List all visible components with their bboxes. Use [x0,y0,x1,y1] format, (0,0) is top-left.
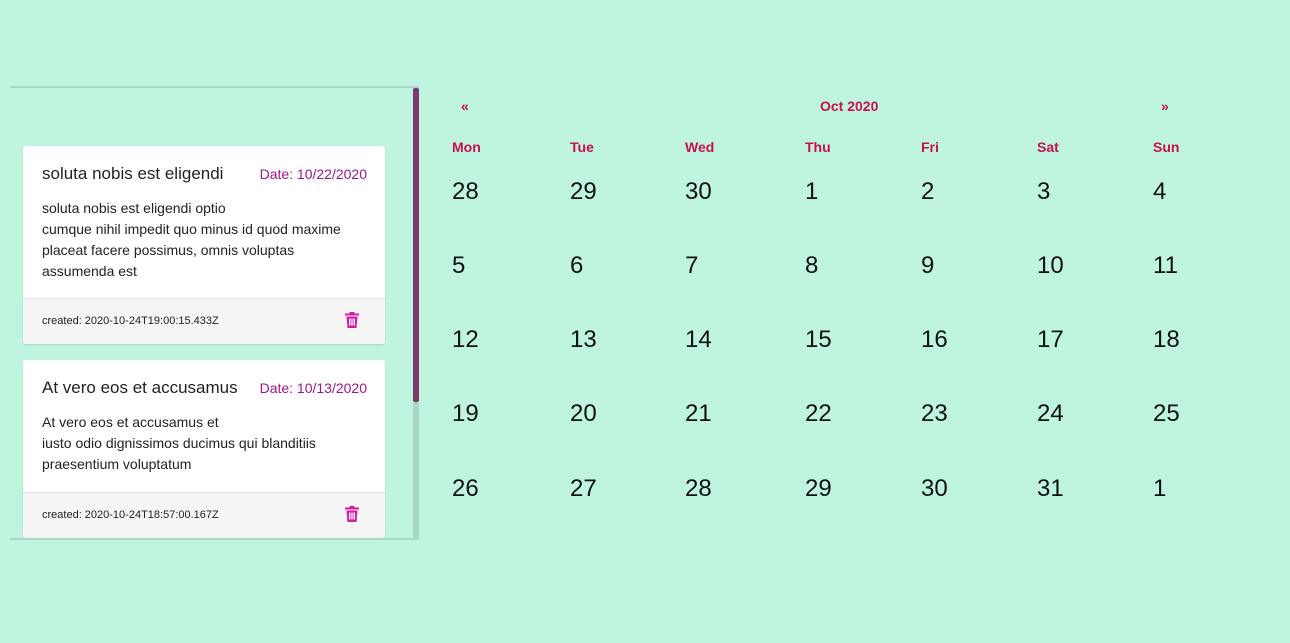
event-description-line: praesentium voluptatum [42,456,192,472]
calendar-day[interactable]: 27 [570,475,597,503]
calendar-day[interactable]: 29 [570,178,597,206]
calendar-day[interactable]: 29 [805,475,832,503]
event-card: soluta nobis est eligendi Date: 10/22/20… [23,146,385,344]
calendar-day[interactable]: 13 [570,326,597,354]
calendar-day[interactable]: 31 [1037,475,1064,503]
calendar-day[interactable]: 5 [452,252,465,280]
calendar-day[interactable]: 23 [921,400,948,428]
event-title: soluta nobis est eligendi [42,164,224,183]
calendar-day[interactable]: 9 [921,252,934,280]
calendar-day[interactable]: 14 [685,326,712,354]
calendar-day[interactable]: 25 [1153,400,1180,428]
calendar-day[interactable]: 15 [805,326,832,354]
event-list-panel[interactable]: soluta nobis est eligendi Date: 10/22/20… [10,86,419,540]
calendar-day[interactable]: 26 [452,475,479,503]
weekday-label: Mon [452,139,481,155]
calendar-day[interactable]: 2 [921,178,934,206]
calendar-day[interactable]: 17 [1037,326,1064,354]
calendar-day[interactable]: 30 [921,475,948,503]
calendar-day[interactable]: 19 [452,400,479,428]
calendar-day[interactable]: 1 [1153,475,1166,503]
event-description-line: cumque nihil impedit quo minus id quod m… [42,221,341,237]
event-description-line: iusto odio dignissimos ducimus qui bland… [42,435,316,451]
calendar-day[interactable]: 6 [570,252,583,280]
trash-icon[interactable] [345,312,359,328]
event-description-line: soluta nobis est eligendi optio [42,200,226,216]
month-title: Oct 2020 [820,98,879,114]
event-description-line: assumenda est [42,263,137,279]
event-date: Date: 10/22/2020 [259,166,367,182]
event-description: At vero eos et accusamus et iusto odio d… [42,412,362,475]
trash-icon[interactable] [345,506,359,522]
calendar-day[interactable]: 28 [685,475,712,503]
calendar-day[interactable]: 24 [1037,400,1064,428]
event-footer: created: 2020-10-24T19:00:15.433Z [23,298,385,344]
calendar-day[interactable]: 16 [921,326,948,354]
calendar-day[interactable]: 8 [805,252,818,280]
event-description-line: At vero eos et accusamus et [42,414,219,430]
weekday-label: Fri [921,139,939,155]
calendar-day[interactable]: 3 [1037,178,1050,206]
weekday-label: Sun [1153,139,1180,155]
calendar-day[interactable]: 11 [1153,252,1178,280]
event-description-line: placeat facere possimus, omnis voluptas [42,242,295,258]
calendar-day[interactable]: 7 [685,252,698,280]
created-timestamp: created: 2020-10-24T19:00:15.433Z [42,315,219,327]
next-month-button[interactable]: » [1161,98,1169,114]
calendar-day[interactable]: 20 [570,400,597,428]
calendar-day[interactable]: 21 [685,400,712,428]
event-description: soluta nobis est eligendi optio cumque n… [42,198,362,282]
prev-month-button[interactable]: « [461,98,469,114]
weekday-label: Thu [805,139,831,155]
event-title: At vero eos et accusamus [42,378,238,397]
calendar-day[interactable]: 30 [685,178,712,206]
calendar-day[interactable]: 1 [805,178,818,206]
created-timestamp: created: 2020-10-24T18:57:00.167Z [42,509,219,521]
calendar-day[interactable]: 10 [1037,252,1064,280]
event-footer: created: 2020-10-24T18:57:00.167Z [23,492,385,538]
calendar-day[interactable]: 4 [1153,178,1166,206]
weekday-label: Wed [685,139,715,155]
event-card: At vero eos et accusamus Date: 10/13/202… [23,360,385,538]
weekday-label: Sat [1037,139,1059,155]
calendar-day[interactable]: 22 [805,400,832,428]
event-date: Date: 10/13/2020 [259,380,367,396]
calendar-day[interactable]: 28 [452,178,479,206]
weekday-label: Tue [570,139,594,155]
calendar-day[interactable]: 18 [1153,326,1180,354]
calendar-day[interactable]: 12 [452,326,479,354]
scrollbar-thumb[interactable] [413,88,419,402]
